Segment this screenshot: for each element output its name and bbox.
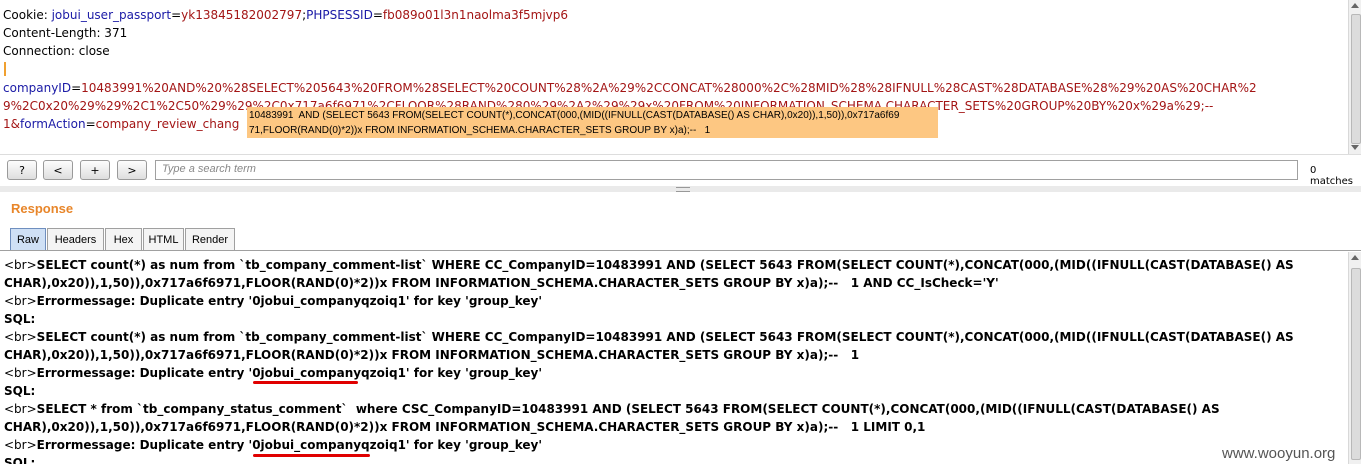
pane-splitter[interactable] — [0, 186, 1361, 192]
response-line: <br>Errormessage: Duplicate entry '0jobu… — [4, 366, 542, 380]
tab-hex[interactable]: Hex — [105, 228, 142, 250]
response-line: SQL: — [4, 384, 36, 398]
tab-raw[interactable]: Raw — [10, 228, 46, 250]
response-line: <br>Errormessage: Duplicate entry '0jobu… — [4, 294, 542, 308]
scroll-up-icon[interactable] — [1351, 255, 1359, 260]
response-line: <br>Errormessage: Duplicate entry '0jobu… — [4, 438, 542, 452]
response-line: CHAR),0x20)),1,50)),0x717a6f6971,FLOOR(R… — [4, 420, 926, 434]
watermark: www.wooyun.org — [1222, 445, 1336, 462]
red-underline-mark — [253, 454, 370, 457]
response-line: <br>SELECT * from `tb_company_status_com… — [4, 402, 1220, 416]
add-button[interactable]: + — [80, 160, 110, 180]
tab-headers[interactable]: Headers — [47, 228, 104, 250]
search-input[interactable]: Type a search term — [155, 160, 1298, 180]
help-button[interactable]: ? — [7, 160, 37, 180]
scrollbar-thumb[interactable] — [1351, 14, 1361, 144]
response-line: <br>SELECT count(*) as num from `tb_comp… — [4, 258, 1294, 272]
scroll-down-icon[interactable] — [1351, 145, 1359, 150]
next-button[interactable]: > — [117, 160, 147, 180]
decoded-tooltip: 10483991 AND (SELECT 5643 FROM(SELECT CO… — [247, 107, 938, 138]
request-scrollbar[interactable] — [1348, 0, 1361, 154]
response-scrollbar[interactable] — [1348, 252, 1361, 464]
content-length-line: Content-Length: 371 — [3, 26, 128, 40]
body-line-3: 1&formAction=company_review_chang — [3, 117, 240, 131]
scrollbar-thumb[interactable] — [1351, 268, 1361, 460]
response-line: SQL: — [4, 312, 36, 326]
response-line: CHAR),0x20)),1,50)),0x717a6f6971,FLOOR(R… — [4, 348, 860, 362]
response-line: SQL: — [4, 456, 36, 464]
red-underline-mark — [253, 381, 358, 384]
body-line-1: companyID=10483991%20AND%20%28SELECT%205… — [3, 81, 1257, 95]
connection-line: Connection: close — [3, 44, 110, 58]
scroll-up-icon[interactable] — [1351, 3, 1359, 8]
cookie-header-line: Cookie: jobui_user_passport=yk1384518200… — [3, 8, 569, 22]
previous-button[interactable]: < — [43, 160, 73, 180]
tab-render[interactable]: Render — [185, 228, 235, 250]
match-count: 0 matches — [1310, 165, 1353, 187]
search-toolbar: ? < + > Type a search term 0 matches — [0, 154, 1361, 187]
splitter-grip-icon — [676, 187, 690, 192]
response-line: CHAR),0x20)),1,50)),0x717a6f6971,FLOOR(R… — [4, 276, 999, 290]
text-caret — [4, 62, 6, 76]
response-body[interactable]: <br>SELECT count(*) as num from `tb_comp… — [0, 252, 1348, 464]
tabs-separator — [0, 250, 1361, 251]
tab-html[interactable]: HTML — [143, 228, 184, 250]
response-line: <br>SELECT count(*) as num from `tb_comp… — [4, 330, 1294, 344]
response-title: Response — [11, 201, 74, 216]
